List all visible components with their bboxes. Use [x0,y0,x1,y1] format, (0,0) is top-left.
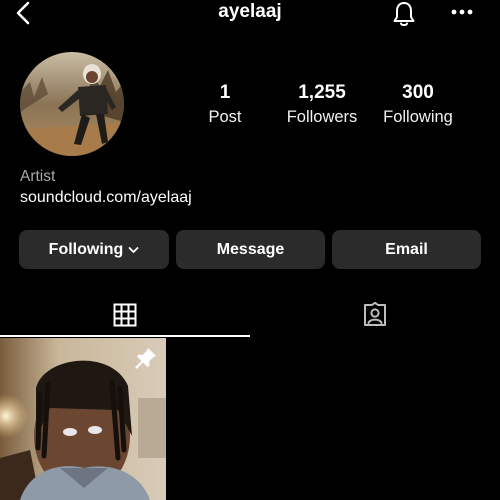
following-button[interactable]: Following [19,230,169,269]
email-button-label: Email [385,240,428,258]
followers-label: Followers [286,108,358,126]
grid-icon [113,303,137,327]
notifications-button[interactable] [389,0,419,28]
post-thumbnail[interactable] [0,338,166,500]
active-tab-indicator [0,335,250,337]
more-horizontal-icon [451,9,473,15]
following-count: 300 [402,82,434,103]
message-button[interactable]: Message [176,230,325,269]
bio-link[interactable]: soundcloud.com/ayelaaj [20,189,192,207]
more-options-button[interactable] [446,2,478,22]
stat-posts[interactable]: 1 Post [185,82,265,128]
tab-tagged[interactable] [250,294,500,336]
followers-count: 1,255 [298,82,346,103]
tab-grid[interactable] [0,294,250,336]
stat-following[interactable]: 300 Following [376,82,460,128]
profile-username: ayelaaj [218,1,282,22]
profile-avatar[interactable] [20,52,124,156]
following-button-label: Following [48,240,124,258]
email-button[interactable]: Email [332,230,481,269]
top-bar: ayelaaj [0,0,500,28]
message-button-label: Message [216,240,285,258]
posts-count: 1 [219,82,231,103]
pin-icon [135,348,156,369]
bio-category: Artist [20,168,56,185]
posts-label: Post [208,108,242,126]
tagged-person-icon [364,302,386,326]
following-label: Following [383,108,453,126]
bell-icon [393,2,415,26]
stat-followers[interactable]: 1,255 Followers [276,82,368,128]
chevron-down-icon [128,246,139,253]
